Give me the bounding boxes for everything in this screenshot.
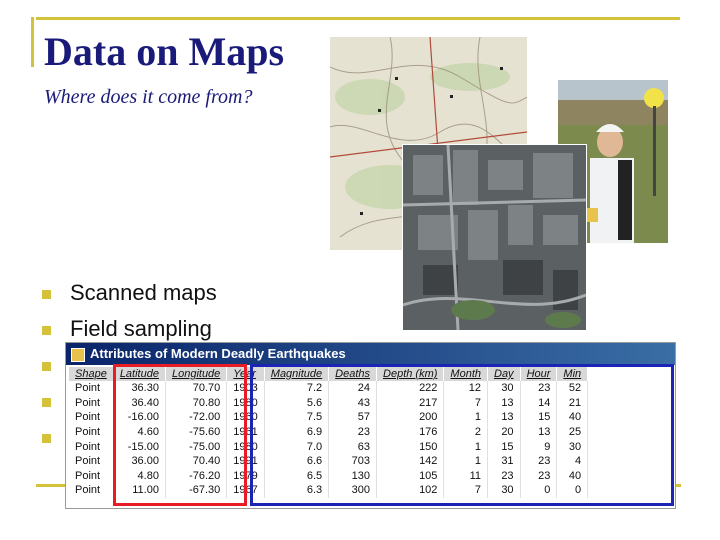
attribute-table-titlebar: Attributes of Modern Deadly Earthquakes [66, 343, 675, 365]
slide-frame-top [36, 17, 680, 20]
table-cell: Point [69, 381, 114, 396]
slide-subtitle: Where does it come from? [44, 86, 253, 108]
bullet-text: Scanned maps [70, 280, 217, 305]
table-cell: Point [69, 424, 114, 440]
bullet-square-icon [42, 326, 51, 335]
table-cell: Point [69, 468, 114, 484]
coordinates-highlight-box [113, 364, 247, 506]
table-window-icon [71, 348, 85, 362]
table-cell: Point [69, 410, 114, 425]
table-cell: Point [69, 395, 114, 411]
aerial-city-photo [402, 144, 587, 331]
bullet-square-icon [42, 362, 51, 371]
bullet-square-icon [42, 290, 51, 299]
column-header-shape[interactable]: Shape [69, 367, 114, 381]
attribute-table-title: Attributes of Modern Deadly Earthquakes [90, 346, 346, 361]
bullet-square-icon [42, 398, 51, 407]
bullet-item: Scanned maps [40, 278, 217, 314]
table-cell: Point [69, 483, 114, 498]
slide-frame-left [31, 17, 34, 67]
table-cell: Point [69, 453, 114, 469]
bullet-square-icon [42, 434, 51, 443]
bullet-text: Field sampling [70, 316, 212, 341]
slide-title: Data on Maps [44, 29, 285, 74]
table-cell: Point [69, 439, 114, 454]
attributes-highlight-box [250, 364, 674, 506]
